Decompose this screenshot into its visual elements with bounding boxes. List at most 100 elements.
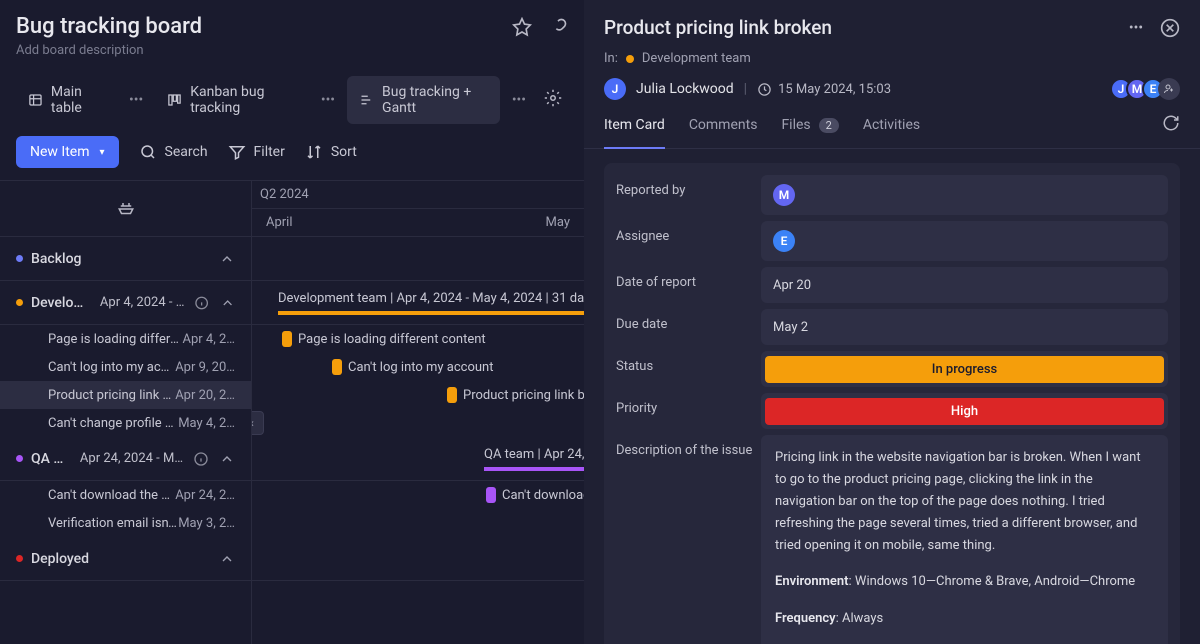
author-avatar[interactable]: J [604,78,626,100]
info-icon[interactable] [194,295,209,311]
task-name: Can't change profile pi… [48,416,178,431]
description-value[interactable]: Pricing link in the website navigation b… [761,435,1168,644]
table-icon [28,91,43,109]
panel-breadcrumb: In: Development team [584,39,1200,66]
task-date: Apr 9, 20… [175,360,235,375]
task-date: Apr 24, 2… [175,488,235,503]
group-name: Deployed [31,551,89,567]
tab-activities[interactable]: Activities [863,114,920,148]
link-icon[interactable] [548,17,568,37]
gantt-task-row [252,409,584,437]
reported-by-value[interactable]: M [761,175,1168,215]
tab-main-table[interactable]: Main table [16,76,117,124]
task-name: Product pricing link br… [48,388,175,403]
filter-icon [228,143,246,161]
task-row[interactable]: Can't change profile pi…May 4, 2… [0,409,251,437]
item-detail-panel: Product pricing link broken ••• In: Deve… [584,0,1200,644]
field-label: Reported by [616,175,761,198]
watchers[interactable]: J M E [1116,78,1180,100]
gantt-task-bar[interactable] [447,387,457,403]
gantt-task-bar[interactable] [332,359,342,375]
search-icon [139,143,157,161]
gantt-task-bar[interactable] [282,331,292,347]
tab-menu-icon[interactable]: ••• [121,86,151,114]
zoom-control[interactable] [0,181,251,237]
gantt-group-bar[interactable] [484,467,584,471]
new-item-button[interactable]: New Item ▾ [16,136,119,168]
gantt-group-row: Development team | Apr 4, 2024 - May 4, … [252,281,584,325]
task-row[interactable]: Can't download the pd…Apr 24, 2… [0,481,251,509]
sort-icon [305,143,323,161]
chevron-up-icon [219,251,235,267]
tab-comments[interactable]: Comments [689,114,758,148]
gantt-group-bar[interactable] [278,311,584,315]
priority-value[interactable]: High [761,393,1168,429]
gantt-column: Q2 2024 April May Development team | Apr… [252,181,584,644]
field-label: Priority [616,393,761,416]
more-icon[interactable]: ••• [1126,18,1146,38]
kanban-icon [167,91,182,109]
avatar: E [773,230,795,252]
gantt-task-label: Page is loading different content [298,332,486,347]
collapse-panel-button[interactable]: ‹ [252,411,264,435]
group-header[interactable]: Deployed [0,537,251,581]
gantt-task-row: Page is loading different content [252,325,584,353]
task-name: Can't log into my acco… [48,360,175,375]
gantt-group-label: Development team | Apr 4, 2024 - May 4, … [278,291,584,306]
panel-title[interactable]: Product pricing link broken [604,16,832,39]
panel-author-row: J Julia Lockwood | 15 May 2024, 15:03 J … [584,66,1200,100]
group-name: Backlog [31,251,81,267]
board-subtitle[interactable]: Add board description [16,43,568,58]
sort-button[interactable]: Sort [305,143,357,161]
clock-icon [757,82,772,97]
timeline-zoom-icon [117,200,135,218]
tab-menu-icon[interactable]: ••• [313,86,343,114]
task-row[interactable]: Product pricing link br…Apr 20, 2… [0,381,251,409]
info-icon[interactable] [193,451,209,467]
board-title[interactable]: Bug tracking board [16,14,202,39]
assignee-value[interactable]: E [761,221,1168,261]
add-watcher-button[interactable] [1158,78,1180,100]
gantt-task-label: Can't download… [502,488,584,503]
gantt-task-bar[interactable] [486,487,496,503]
tab-menu-icon[interactable]: ••• [504,86,534,114]
view-tabs: Main table ••• Kanban bug tracking ••• B… [0,76,584,124]
panel-tabs: Item Card Comments Files 2 Activities [584,100,1200,149]
timeline-months: April May [252,209,584,237]
timestamp: 15 May 2024, 15:03 [778,82,891,97]
tab-item-card[interactable]: Item Card [604,114,665,149]
task-row[interactable]: Can't log into my acco…Apr 9, 20… [0,353,251,381]
field-label: Description of the issue [616,435,761,458]
star-icon[interactable] [512,17,532,37]
task-list-column: BacklogDevelop…Apr 4, 2024 - …Page is lo… [0,181,252,644]
tab-kanban[interactable]: Kanban bug tracking [155,76,309,124]
task-row[interactable]: Page is loading different…Apr 4, 2… [0,325,251,353]
timeline-quarter: Q2 2024 [252,181,584,209]
gantt-task-row: Can't log into my account [252,353,584,381]
task-name: Page is loading different… [48,332,182,347]
group-header[interactable]: Backlog [0,237,251,281]
group-header[interactable]: Develop…Apr 4, 2024 - … [0,281,251,325]
filter-button[interactable]: Filter [228,143,285,161]
refresh-icon[interactable] [1162,114,1180,148]
gantt-icon [359,91,374,109]
search-button[interactable]: Search [139,143,208,161]
due-date-value[interactable]: May 2 [761,309,1168,345]
status-value[interactable]: In progress [761,351,1168,387]
task-name: Verification email isn't … [48,516,178,531]
task-date: May 4, 2… [178,416,235,431]
chevron-up-icon [219,551,235,567]
author-name[interactable]: Julia Lockwood [636,81,734,97]
group-dot [16,255,23,262]
toolbar: New Item ▾ Search Filter Sort [0,124,584,180]
task-row[interactable]: Verification email isn't …May 3, 2… [0,509,251,537]
date-of-report-value[interactable]: Apr 20 [761,267,1168,303]
close-icon[interactable] [1160,18,1180,38]
tab-gantt[interactable]: Bug tracking + Gantt [347,76,500,124]
group-header[interactable]: QA t…Apr 24, 2024 - M… [0,437,251,481]
tab-files[interactable]: Files 2 [781,114,838,148]
avatar: M [773,184,795,206]
chevron-up-icon [220,295,235,311]
task-date: May 3, 2… [178,516,235,531]
gear-icon[interactable] [538,83,568,117]
